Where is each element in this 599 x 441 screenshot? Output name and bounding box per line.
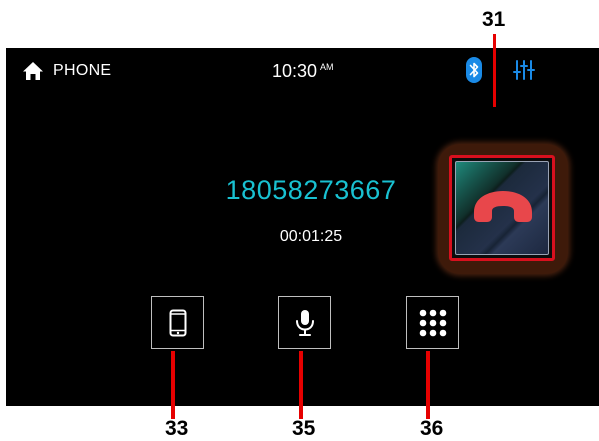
- callout-label-microphone: 35: [292, 417, 316, 440]
- callout-label-keypad: 36: [420, 417, 444, 440]
- keypad-icon: [419, 309, 447, 337]
- callout-label-handset: 33: [165, 417, 189, 440]
- microphone-button[interactable]: [278, 296, 331, 349]
- end-call-button[interactable]: [449, 155, 555, 261]
- callout-label-end-call: 31: [482, 8, 506, 31]
- bluetooth-icon: [466, 57, 482, 83]
- home-icon[interactable]: [22, 61, 44, 81]
- callout-line-handset: [171, 351, 175, 419]
- handset-button[interactable]: [151, 296, 204, 349]
- microphone-icon: [296, 310, 314, 336]
- clock-am-pm: AM: [320, 62, 334, 72]
- end-call-button-face: [455, 161, 549, 255]
- app-title: PHONE: [53, 62, 112, 79]
- equalizer-icon[interactable]: [513, 59, 535, 81]
- clock: 10:30 AM: [272, 61, 334, 82]
- callout-line-microphone: [299, 351, 303, 419]
- phone-number: 18058273667: [225, 175, 397, 205]
- callout-line-keypad: [426, 351, 430, 419]
- keypad-button[interactable]: [406, 296, 459, 349]
- call-duration: 00:01:25: [279, 228, 343, 245]
- status-bar: PHONE 10:30 AM: [6, 48, 599, 94]
- smartphone-icon: [169, 309, 187, 337]
- clock-time: 10:30: [272, 61, 318, 81]
- end-call-icon: [474, 191, 532, 222]
- callout-line-end-call: [493, 34, 496, 107]
